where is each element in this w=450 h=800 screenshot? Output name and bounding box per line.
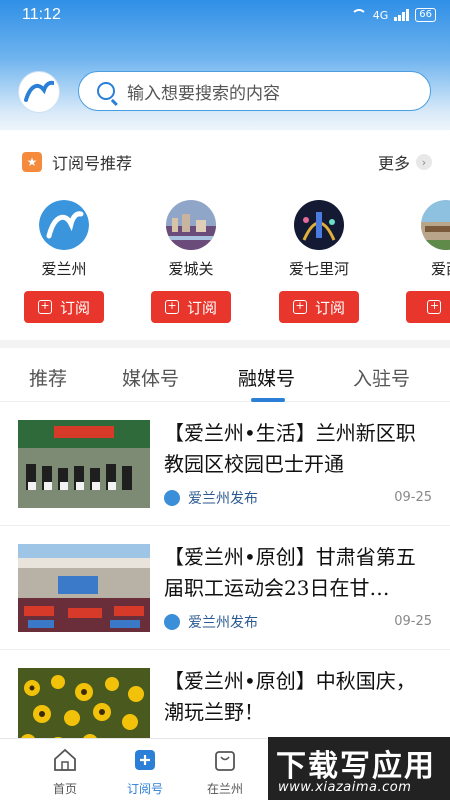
news-source[interactable]: 爱兰州发布 (164, 612, 258, 632)
subscribe-button[interactable]: + 订阅 (279, 291, 359, 323)
nav-subscriptions[interactable]: 订阅号 (110, 747, 180, 797)
plus-icon: + (37, 300, 52, 314)
avatar (294, 200, 344, 250)
bus-ceremony-photo (18, 420, 150, 508)
news-source[interactable]: 爱兰州发布 (164, 488, 258, 508)
more-link[interactable]: 更多 › (378, 150, 432, 174)
account-card[interactable]: 爱城关 + 订阅 (148, 200, 234, 323)
subscribe-label: 订阅 (186, 298, 217, 317)
subscribe-button[interactable]: + 订阅 (24, 291, 104, 323)
account-card[interactable]: 爱兰州 + 订阅 (21, 200, 107, 323)
nav-home[interactable]: 首页 (30, 747, 100, 797)
tab-recommend[interactable]: 推荐 (29, 364, 67, 391)
plus-icon: + (164, 300, 179, 314)
account-carousel[interactable]: 爱兰州 + 订阅 爱城关 + 订阅 爱七里河 + 订阅 爱 + (0, 200, 450, 325)
status-time: 11:12 (22, 6, 61, 23)
list-item[interactable]: 【爱兰州•原创】甘肃省第五届职工运动会23日在甘… 爱兰州发布 09-25 (0, 526, 450, 650)
account-name: 爱七里河 (288, 260, 349, 278)
watermark-url: www.xiazaima.com (278, 780, 412, 795)
news-date: 09-25 (394, 614, 432, 629)
bag-icon (215, 751, 235, 771)
account-name: 爱兰州 (41, 260, 87, 278)
watermark: 下载写应用 www.xiazaima.com (268, 737, 450, 800)
source-logo-icon (164, 490, 180, 506)
account-card[interactable]: 爱西 +订 (403, 200, 450, 323)
subscribe-button[interactable]: +订 (406, 291, 450, 323)
plus-icon: + (427, 300, 442, 314)
news-date: 09-25 (394, 490, 432, 505)
status-bar: 11:12 4G 66 (0, 0, 450, 32)
building-photo (421, 200, 450, 250)
category-tabs: 推荐 媒体号 融媒号 入驻号 (0, 340, 450, 402)
app-logo[interactable] (18, 71, 60, 113)
subscription-recommend: ★ 订阅号推荐 更多 › 爱兰州 + 订阅 爱城关 + 订阅 爱七里河 + 订阅… (0, 130, 450, 340)
source-name: 爱兰州发布 (188, 491, 258, 507)
subscribe-label: 订阅 (314, 298, 345, 317)
tab-rongmei[interactable]: 融媒号 (238, 364, 295, 391)
avatar (39, 200, 89, 250)
account-card[interactable]: 爱七里河 + 订阅 (276, 200, 362, 323)
nav-in-lanzhou[interactable]: 在兰州 (190, 747, 260, 797)
night-city-photo (294, 200, 344, 250)
header: 11:12 4G 66 输入想要搜索的内容 (0, 0, 450, 130)
source-name: 爱兰州发布 (188, 615, 258, 631)
home-icon (54, 748, 76, 771)
search-icon (97, 82, 115, 100)
nav-label: 首页 (52, 782, 77, 796)
star-icon: ★ (22, 152, 42, 172)
recommend-header: ★ 订阅号推荐 (22, 150, 132, 174)
add-square-icon (135, 750, 155, 770)
stadium-photo (18, 544, 150, 632)
battery-icon: 66 (415, 8, 436, 22)
network-label: 4G (372, 8, 389, 22)
search-input[interactable]: 输入想要搜索的内容 (127, 79, 280, 104)
more-label: 更多 (377, 154, 410, 173)
news-title[interactable]: 【爱兰州•原创】中秋国庆，潮玩兰野！ (164, 666, 434, 728)
subscribe-button[interactable]: + 订阅 (151, 291, 231, 323)
watermark-text: 下载写应用 (276, 749, 436, 784)
avatar (421, 200, 450, 250)
source-logo-icon (164, 614, 180, 630)
wifi-icon (350, 9, 367, 21)
tab-media[interactable]: 媒体号 (122, 364, 179, 391)
news-title[interactable]: 【爱兰州•生活】兰州新区职教园区校园巴士开通 (164, 418, 434, 480)
signal-icon (394, 9, 410, 21)
news-thumbnail (18, 420, 150, 508)
news-thumbnail (18, 544, 150, 632)
subscribe-label: 订阅 (59, 298, 90, 317)
plus-icon: + (292, 300, 307, 314)
news-title[interactable]: 【爱兰州•原创】甘肃省第五届职工运动会23日在甘… (164, 542, 434, 604)
chevron-right-icon: › (416, 154, 432, 170)
account-name: 爱城关 (168, 260, 214, 278)
recommend-title: 订阅号推荐 (52, 154, 133, 173)
lanzhou-logo-icon (39, 200, 89, 250)
lanzhou-logo-icon (24, 80, 54, 102)
city-photo (166, 200, 216, 250)
status-icons: 4G 66 (350, 8, 436, 22)
avatar (166, 200, 216, 250)
tab-settled[interactable]: 入驻号 (353, 364, 410, 391)
account-name: 爱西 (430, 260, 450, 278)
nav-label: 在兰州 (206, 782, 243, 796)
search-bar[interactable]: 输入想要搜索的内容 (78, 71, 431, 111)
list-item[interactable]: 【爱兰州•生活】兰州新区职教园区校园巴士开通 爱兰州发布 09-25 (0, 402, 450, 526)
nav-label: 订阅号 (126, 782, 163, 796)
